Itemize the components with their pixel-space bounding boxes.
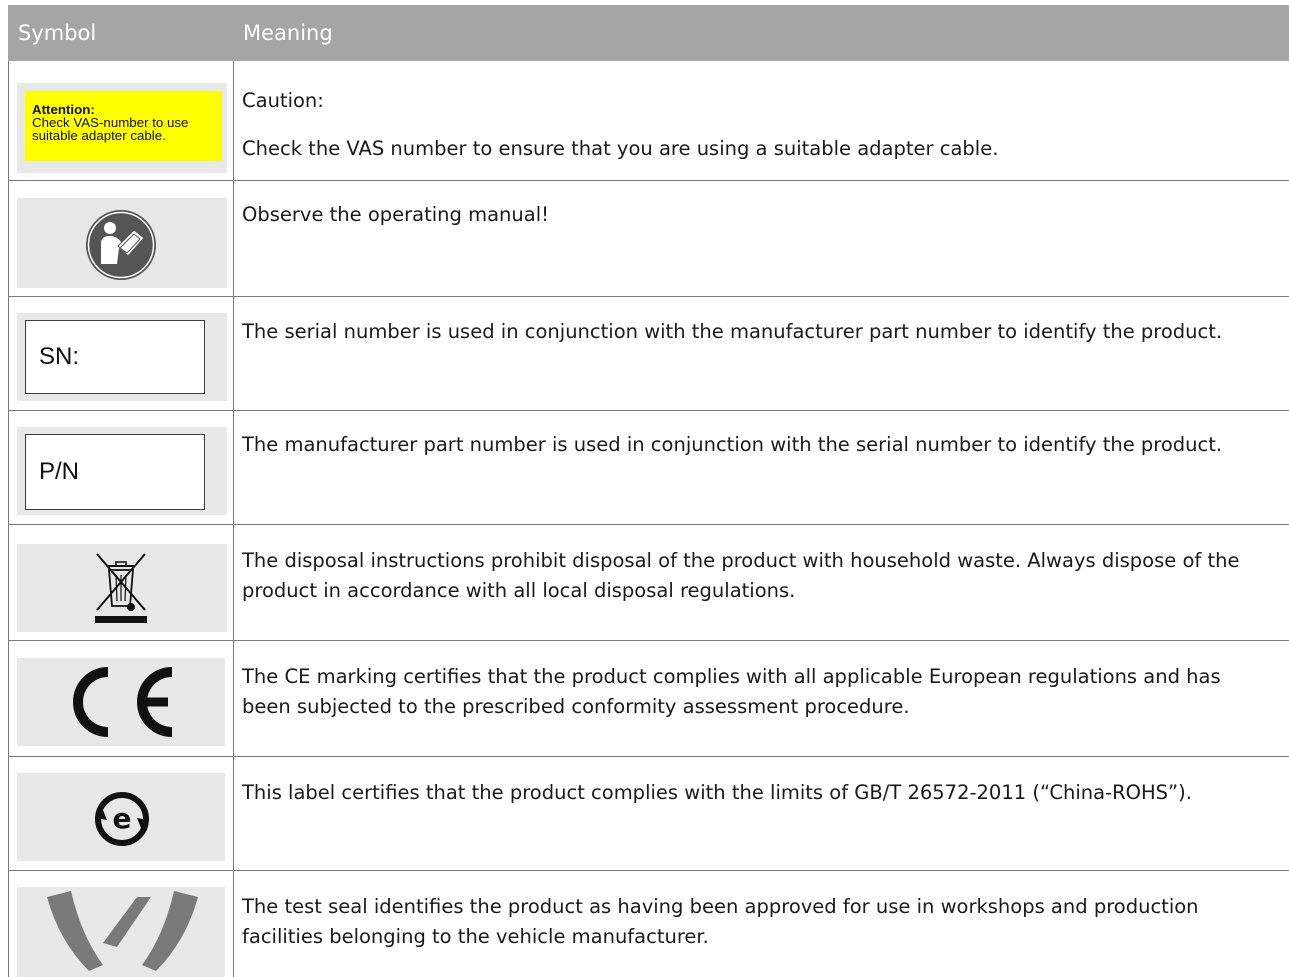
- meaning-text: The disposal instructions prohibit dispo…: [242, 549, 1240, 602]
- header-meaning: Meaning: [243, 21, 333, 45]
- meaning-caution-text: Check the VAS number to ensure that you …: [242, 137, 999, 160]
- part-number-label-text: P/N: [39, 458, 80, 485]
- header-symbol: Symbol: [18, 21, 97, 45]
- table-header: Symbol Meaning: [8, 5, 1289, 61]
- meaning-text: Observe the operating manual!: [242, 203, 549, 226]
- operating-manual-icon: [86, 210, 156, 280]
- meaning-text: This label certifies that the product co…: [242, 781, 1192, 804]
- column-divider: [233, 61, 234, 977]
- test-seal-icon: [47, 891, 198, 971]
- part-number-label: P/N: [25, 434, 205, 510]
- meaning-text: The serial number is used in conjunction…: [242, 320, 1223, 343]
- crossed-out-bin-icon: [95, 553, 147, 623]
- ce-mark-icon: [73, 667, 173, 737]
- row-divider: [8, 640, 1289, 641]
- serial-number-label: SN:: [25, 320, 205, 394]
- serial-number-label-text: SN:: [39, 343, 80, 370]
- row-divider: [8, 756, 1289, 757]
- meaning-text: The CE marking certifies that the produc…: [242, 665, 1221, 718]
- svg-text:e: e: [113, 802, 132, 835]
- table-border-left: [8, 61, 9, 977]
- meaning-caution-title: Caution:: [242, 89, 324, 112]
- row-divider: [8, 870, 1289, 871]
- row-divider: [8, 410, 1289, 411]
- attention-label-yellow: Attention: Check VAS-number to use suita…: [25, 91, 222, 161]
- attention-label-line3: suitable adapter cable.: [32, 128, 166, 143]
- china-rohs-icon: e: [95, 792, 149, 846]
- attention-label-title: Attention:: [32, 102, 95, 117]
- row-divider: [8, 296, 1289, 297]
- row-divider: [8, 524, 1289, 525]
- meaning-text: The test seal identifies the product as …: [242, 895, 1199, 948]
- row-divider: [8, 180, 1289, 181]
- meaning-text: The manufacturer part number is used in …: [242, 433, 1223, 456]
